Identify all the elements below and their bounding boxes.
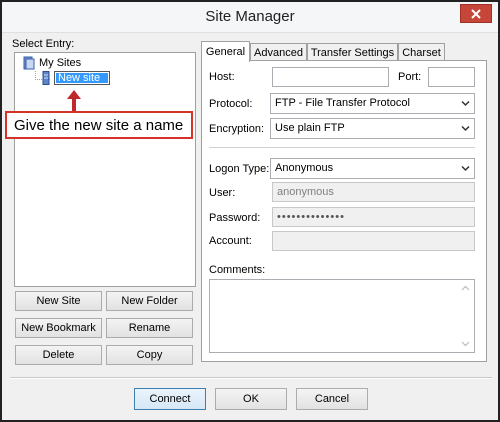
encryption-select[interactable]: Use plain FTP bbox=[270, 118, 475, 139]
site-tree[interactable]: My Sites bbox=[14, 52, 196, 287]
password-label: Password: bbox=[209, 212, 261, 224]
callout-box: Give the new site a name bbox=[5, 111, 193, 139]
tab-advanced-label: Advanced bbox=[254, 46, 303, 59]
copy-button[interactable]: Copy bbox=[106, 345, 193, 365]
close-icon bbox=[471, 8, 481, 19]
encryption-select-value: Use plain FTP bbox=[275, 122, 345, 134]
tab-charset-label: Charset bbox=[402, 46, 441, 59]
rename-button-label: Rename bbox=[128, 322, 171, 334]
port-input[interactable] bbox=[428, 67, 475, 87]
logon-type-select-value: Anonymous bbox=[275, 162, 334, 174]
ok-button-label: OK bbox=[243, 393, 259, 405]
host-label: Host: bbox=[209, 71, 235, 83]
user-input: anonymous bbox=[272, 182, 475, 202]
title-bar: Site Manager bbox=[2, 2, 498, 33]
delete-button-label: Delete bbox=[42, 349, 75, 361]
close-button[interactable] bbox=[460, 4, 492, 23]
window-title: Site Manager bbox=[205, 8, 295, 25]
field-separator bbox=[209, 147, 475, 148]
logon-type-select[interactable]: Anonymous bbox=[270, 158, 475, 179]
callout-text: Give the new site a name bbox=[14, 116, 184, 134]
tree-root-my-sites[interactable]: My Sites bbox=[39, 57, 81, 69]
user-label: User: bbox=[209, 187, 236, 199]
new-folder-button-label: New Folder bbox=[121, 295, 178, 307]
select-entry-label: Select Entry: bbox=[12, 38, 75, 50]
scroll-up-icon[interactable] bbox=[461, 285, 470, 291]
comments-label: Comments: bbox=[209, 264, 266, 276]
rename-button[interactable]: Rename bbox=[106, 318, 193, 338]
connect-button[interactable]: Connect bbox=[134, 388, 206, 410]
folder-sites-icon bbox=[23, 56, 35, 70]
ok-button[interactable]: OK bbox=[215, 388, 287, 410]
server-icon bbox=[42, 71, 50, 85]
new-site-button-label: New Site bbox=[36, 295, 81, 307]
tree-item-new-site-label[interactable]: New site bbox=[56, 73, 108, 84]
tree-item-new-site[interactable]: New site bbox=[54, 71, 110, 85]
logon-type-label: Logon Type: bbox=[209, 163, 270, 175]
delete-button[interactable]: Delete bbox=[15, 345, 102, 365]
tab-advanced[interactable]: Advanced bbox=[250, 43, 307, 61]
password-input: •••••••••••••• bbox=[272, 207, 475, 227]
chevron-down-icon bbox=[461, 100, 470, 107]
chevron-down-icon bbox=[461, 125, 470, 132]
tab-transfer-settings-label: Transfer Settings bbox=[310, 46, 395, 59]
cancel-button-label: Cancel bbox=[314, 393, 350, 405]
footer-separator bbox=[10, 377, 492, 379]
tab-general[interactable]: General bbox=[201, 41, 250, 62]
comments-scrollbar[interactable] bbox=[457, 280, 474, 352]
tab-transfer-settings[interactable]: Transfer Settings bbox=[307, 43, 398, 61]
tab-charset[interactable]: Charset bbox=[398, 43, 445, 61]
connect-button-label: Connect bbox=[149, 393, 191, 405]
new-bookmark-button-label: New Bookmark bbox=[21, 322, 96, 334]
port-label: Port: bbox=[398, 71, 422, 83]
copy-button-label: Copy bbox=[136, 349, 163, 361]
new-bookmark-button[interactable]: New Bookmark bbox=[15, 318, 102, 338]
account-input bbox=[272, 231, 475, 251]
cancel-button[interactable]: Cancel bbox=[296, 388, 368, 410]
protocol-select[interactable]: FTP - File Transfer Protocol bbox=[270, 93, 475, 114]
chevron-down-icon bbox=[461, 165, 470, 172]
site-manager-window: Site Manager Select Entry: My Sites New … bbox=[0, 0, 500, 422]
protocol-select-value: FTP - File Transfer Protocol bbox=[275, 97, 410, 109]
new-site-button[interactable]: New Site bbox=[15, 291, 102, 311]
host-input[interactable] bbox=[272, 67, 389, 87]
protocol-label: Protocol: bbox=[209, 98, 253, 110]
account-label: Account: bbox=[209, 235, 252, 247]
comments-textarea[interactable] bbox=[209, 279, 475, 353]
encryption-label: Encryption: bbox=[209, 123, 265, 135]
new-folder-button[interactable]: New Folder bbox=[106, 291, 193, 311]
tab-general-label: General bbox=[205, 46, 246, 58]
scroll-down-icon[interactable] bbox=[461, 341, 470, 347]
